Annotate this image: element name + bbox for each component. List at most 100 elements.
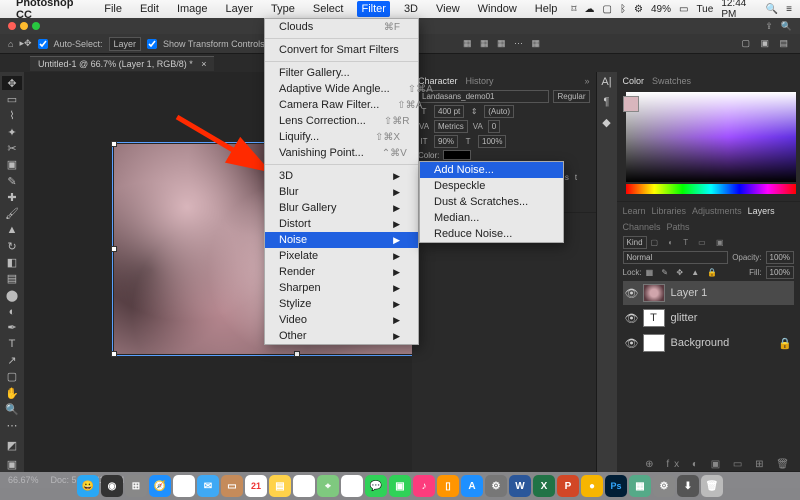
visibility-icon[interactable]: 👁: [625, 337, 637, 350]
fill-field[interactable]: 100%: [766, 266, 794, 279]
path-tool[interactable]: ↗: [2, 353, 22, 367]
dock-siri[interactable]: ◉: [101, 475, 123, 497]
layer-thumb[interactable]: [643, 284, 665, 302]
layer-name[interactable]: Background: [671, 337, 730, 349]
visibility-icon[interactable]: 👁: [625, 312, 637, 325]
clock-time[interactable]: 12:44 PM: [721, 0, 757, 20]
filter-pixelate[interactable]: Pixelate▶: [265, 248, 418, 264]
layer-thumb[interactable]: T: [643, 309, 665, 327]
tab-paths[interactable]: Paths: [667, 222, 690, 232]
dock-messages[interactable]: 💬: [365, 475, 387, 497]
filter-render[interactable]: Render▶: [265, 264, 418, 280]
visibility-icon[interactable]: 👁: [625, 287, 637, 300]
heal-tool[interactable]: ✚: [2, 190, 22, 204]
menu-view[interactable]: View: [432, 1, 464, 17]
dodge-tool[interactable]: ◐: [2, 304, 22, 318]
quickmask-tool[interactable]: ▣: [2, 458, 22, 472]
filter-liquify[interactable]: Liquify...⇧⌘X: [265, 129, 418, 145]
blur-tool[interactable]: ⬤: [2, 288, 22, 302]
gradient-tool[interactable]: ▤: [2, 272, 22, 286]
color-swap[interactable]: ◩: [2, 435, 22, 456]
tab-channels[interactable]: Channels: [623, 222, 661, 232]
dock-reminders[interactable]: ▤: [293, 475, 315, 497]
layers-footer-buttons[interactable]: ⊕ fx ◐ ▣ ▭ ⊞ 🗑: [645, 459, 794, 470]
color-picker[interactable]: [626, 92, 796, 182]
noise-add-noise[interactable]: Add Noise...: [420, 162, 563, 178]
filter-noise[interactable]: Noise▶: [265, 232, 418, 248]
transform-handle[interactable]: [294, 351, 300, 357]
menu-filter[interactable]: Filter: [357, 1, 389, 17]
layer-filter-icons[interactable]: ▢ ◐ T ▭ ▣: [651, 238, 728, 247]
layer-name[interactable]: glitter: [671, 312, 698, 324]
blend-mode-dropdown[interactable]: Normal: [623, 251, 729, 264]
spotlight-icon[interactable]: 🔍: [766, 4, 778, 15]
document-tab[interactable]: Untitled-1 @ 66.7% (Layer 1, RGB/8) * ×: [30, 56, 214, 71]
menu-layer[interactable]: Layer: [222, 1, 258, 17]
clock-day[interactable]: Tue: [696, 4, 713, 15]
filter-sharpen[interactable]: Sharpen▶: [265, 280, 418, 296]
tool-preset-icon[interactable]: ▸✥: [19, 38, 31, 49]
kerning-field[interactable]: 0: [488, 120, 500, 133]
menu-help[interactable]: Help: [531, 1, 562, 17]
filter-blur[interactable]: Blur▶: [265, 184, 418, 200]
tab-libraries[interactable]: Libraries: [652, 206, 687, 216]
home-icon[interactable]: ⌂: [8, 39, 13, 49]
tab-history[interactable]: History: [466, 76, 494, 86]
layer-thumb[interactable]: [643, 334, 665, 352]
tab-adjustments[interactable]: Adjustments: [692, 206, 742, 216]
filter-blur-gallery[interactable]: Blur Gallery▶: [265, 200, 418, 216]
layer-row[interactable]: 👁 Background 🔒: [623, 331, 795, 356]
dock-calendar[interactable]: 21: [245, 475, 267, 497]
dock-extra1[interactable]: ▦: [629, 475, 651, 497]
panel-collapse-icon[interactable]: »: [584, 76, 589, 86]
noise-reduce-noise[interactable]: Reduce Noise...: [420, 226, 563, 242]
dock-prefs[interactable]: ⚙: [653, 475, 675, 497]
dock-maps[interactable]: ⌖: [317, 475, 339, 497]
tab-color[interactable]: Color: [623, 76, 645, 86]
marquee-tool[interactable]: ▭: [2, 92, 22, 106]
transform-handle[interactable]: [111, 246, 117, 252]
styles-panel-icon[interactable]: ◆: [602, 116, 610, 129]
menu-select[interactable]: Select: [309, 1, 348, 17]
window-max-icon[interactable]: [32, 22, 40, 30]
dock-launchpad[interactable]: ⊞: [125, 475, 147, 497]
hand-tool[interactable]: ✋: [2, 386, 22, 400]
lasso-tool[interactable]: ⌇: [2, 109, 22, 123]
lock-buttons[interactable]: ▦ ✎ ✥ ▲ 🔒: [646, 268, 721, 277]
dock-contacts[interactable]: ▭: [221, 475, 243, 497]
pen-tool[interactable]: ✒: [2, 321, 22, 335]
search-icon[interactable]: 🔍: [781, 21, 792, 32]
opacity-field[interactable]: 100%: [766, 251, 794, 264]
hue-slider[interactable]: [626, 184, 796, 194]
frame-tool[interactable]: ▣: [2, 158, 22, 172]
filter-stylize[interactable]: Stylize▶: [265, 296, 418, 312]
bluetooth-icon[interactable]: ᛒ: [620, 4, 626, 15]
noise-median[interactable]: Median...: [420, 210, 563, 226]
align-icons[interactable]: ▦ ▦ ▦ ⋯ ▦: [463, 38, 543, 49]
menu-edit[interactable]: Edit: [136, 1, 163, 17]
dock-trash[interactable]: 🗑: [701, 475, 723, 497]
filter-3d[interactable]: 3D▶: [265, 168, 418, 184]
dock-photoshop[interactable]: Ps: [605, 475, 627, 497]
eyedropper-tool[interactable]: ✎: [2, 174, 22, 188]
display-icon[interactable]: ▢: [603, 4, 612, 15]
dock-photos[interactable]: ✿: [341, 475, 363, 497]
dock-downloads[interactable]: ⬇: [677, 475, 699, 497]
vscale-field[interactable]: 90%: [434, 135, 458, 148]
dock-word[interactable]: W: [509, 475, 531, 497]
filter-last[interactable]: Clouds⌘F: [265, 19, 418, 35]
char-panel-icon[interactable]: A|: [601, 76, 611, 88]
dock-powerpoint[interactable]: P: [557, 475, 579, 497]
notification-icon[interactable]: ≡: [786, 4, 792, 15]
menu-window[interactable]: Window: [474, 1, 521, 17]
wand-tool[interactable]: ✦: [2, 125, 22, 139]
layer-filter-kind[interactable]: Kind: [623, 236, 647, 249]
crop-tool[interactable]: ✂: [2, 141, 22, 155]
tab-learn[interactable]: Learn: [623, 206, 646, 216]
type-tool[interactable]: T: [2, 337, 22, 351]
dock-excel[interactable]: X: [533, 475, 555, 497]
dropbox-icon[interactable]: ⌑: [571, 4, 576, 15]
menu-type[interactable]: Type: [267, 1, 299, 17]
dock-utilities[interactable]: ⚙: [485, 475, 507, 497]
noise-dust-scratches[interactable]: Dust & Scratches...: [420, 194, 563, 210]
